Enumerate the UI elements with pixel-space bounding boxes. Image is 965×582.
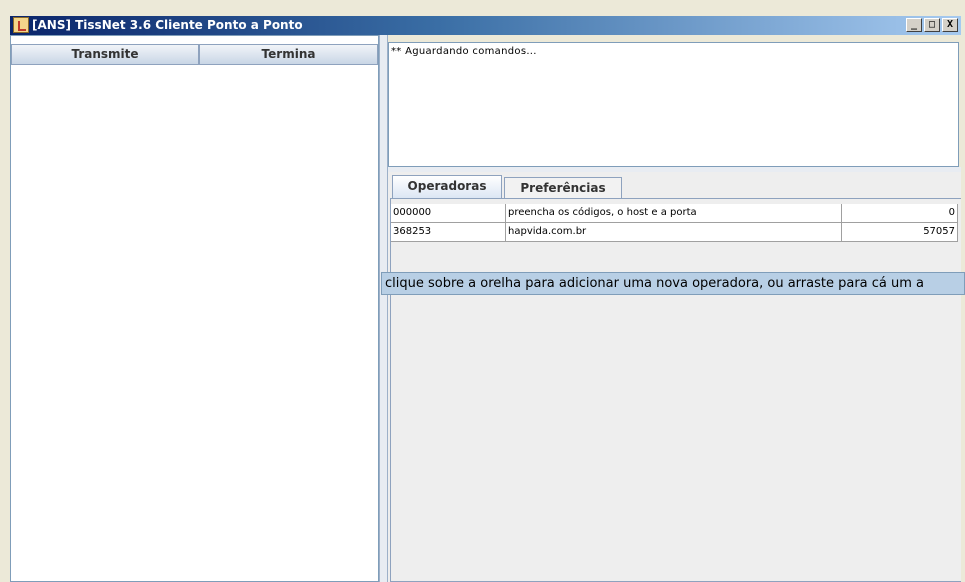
tooltip: clique sobre a orelha para adicionar uma… bbox=[381, 272, 965, 295]
operadora-code[interactable]: 368253 bbox=[391, 223, 506, 241]
java-cup-icon bbox=[13, 17, 29, 33]
close-button[interactable]: X bbox=[942, 18, 958, 32]
title-bar[interactable]: [ANS] TissNet 3.6 Cliente Ponto a Ponto … bbox=[10, 16, 961, 35]
tabs-container: Operadoras Preferências 000000 preencha … bbox=[388, 172, 961, 582]
vertical-splitter[interactable] bbox=[379, 35, 388, 582]
log-area[interactable]: ** Aguardando comandos... bbox=[388, 42, 959, 167]
window-controls: _ □ X bbox=[906, 18, 958, 32]
operadora-host[interactable]: hapvida.com.br bbox=[506, 223, 842, 241]
operadora-host[interactable]: preencha os códigos, o host e a porta bbox=[506, 204, 842, 222]
minimize-button[interactable]: _ bbox=[906, 18, 922, 32]
table-row[interactable]: 368253 hapvida.com.br 57057 bbox=[391, 223, 958, 242]
log-text: ** Aguardando comandos... bbox=[391, 46, 537, 57]
transfers-table[interactable]: Transmite Termina bbox=[10, 35, 379, 582]
app-window: [ANS] TissNet 3.6 Cliente Ponto a Ponto … bbox=[0, 0, 965, 582]
tab-operadoras[interactable]: Operadoras bbox=[392, 175, 502, 198]
tab-preferencias[interactable]: Preferências bbox=[504, 177, 622, 198]
operadora-port[interactable]: 0 bbox=[842, 204, 958, 222]
operadoras-panel: 000000 preencha os códigos, o host e a p… bbox=[390, 198, 961, 582]
table-row[interactable]: 000000 preencha os códigos, o host e a p… bbox=[391, 204, 958, 223]
operadora-code[interactable]: 000000 bbox=[391, 204, 506, 222]
column-header-transmite[interactable]: Transmite bbox=[11, 44, 199, 65]
column-header-termina[interactable]: Termina bbox=[199, 44, 378, 65]
window-title: [ANS] TissNet 3.6 Cliente Ponto a Ponto bbox=[32, 18, 303, 32]
operadora-port[interactable]: 57057 bbox=[842, 223, 958, 241]
maximize-button[interactable]: □ bbox=[924, 18, 940, 32]
